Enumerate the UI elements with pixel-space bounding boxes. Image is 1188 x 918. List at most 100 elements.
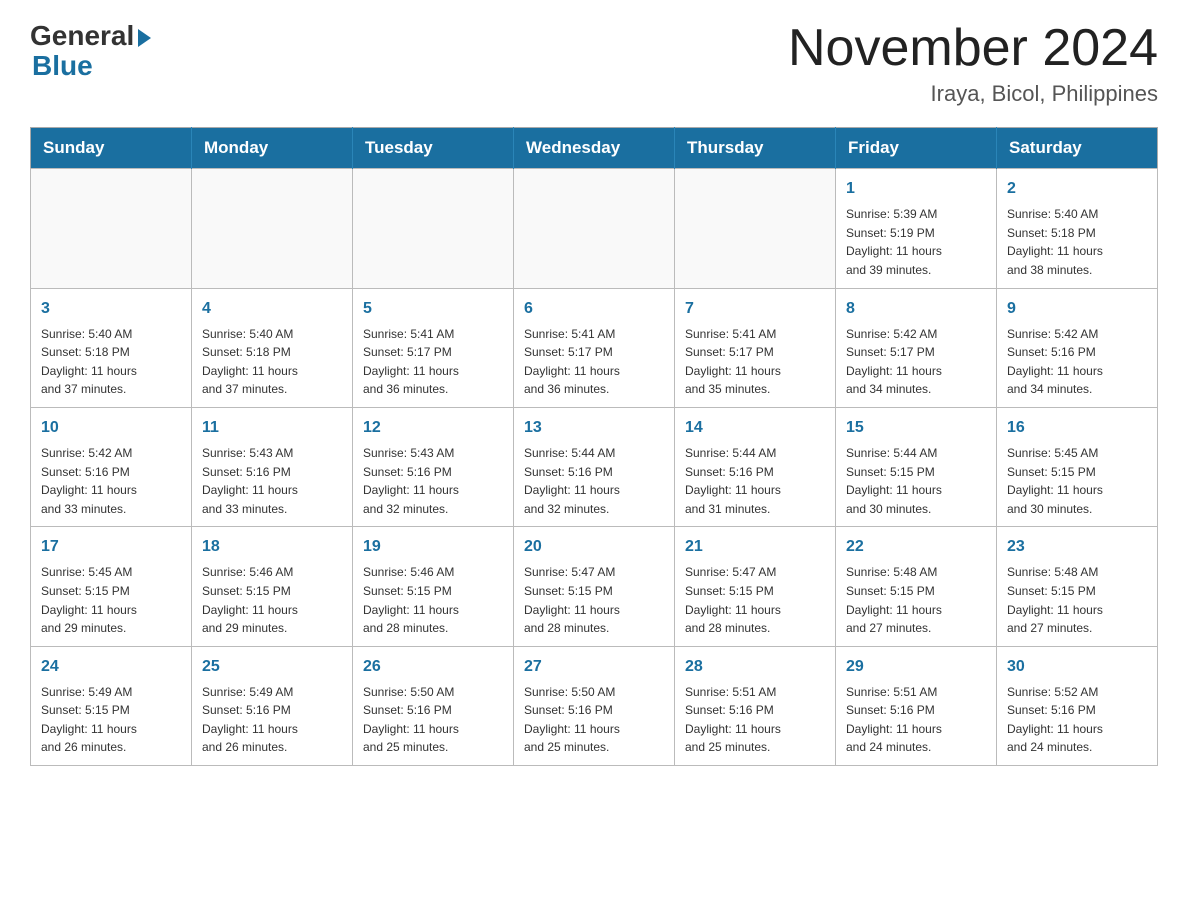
day-info: Sunrise: 5:44 AMSunset: 5:16 PMDaylight:… xyxy=(685,444,825,518)
day-number: 11 xyxy=(202,416,342,440)
day-info: Sunrise: 5:46 AMSunset: 5:15 PMDaylight:… xyxy=(202,563,342,637)
table-row xyxy=(31,169,192,288)
table-row xyxy=(353,169,514,288)
table-row: 5Sunrise: 5:41 AMSunset: 5:17 PMDaylight… xyxy=(353,288,514,407)
table-row: 23 Sunrise: 5:48 AMSunset: 5:15 PMDayligh… xyxy=(997,527,1158,646)
day-number: 9 xyxy=(1007,297,1147,321)
table-row: 27 Sunrise: 5:50 AMSunset: 5:16 PMDayligh… xyxy=(514,646,675,765)
day-info: Sunrise: 5:42 AMSunset: 5:16 PMDaylight:… xyxy=(41,444,181,518)
day-info: Sunrise: 5:47 AMSunset: 5:15 PMDaylight:… xyxy=(524,563,664,637)
day-number: 12 xyxy=(363,416,503,440)
table-row: 13Sunrise: 5:44 AMSunset: 5:16 PMDayligh… xyxy=(514,407,675,526)
day-number: 14 xyxy=(685,416,825,440)
month-title: November 2024 xyxy=(788,20,1158,77)
table-row: 20 Sunrise: 5:47 AMSunset: 5:15 PMDayligh… xyxy=(514,527,675,646)
day-info: Sunrise: 5:45 AMSunset: 5:15 PMDaylight:… xyxy=(1007,444,1147,518)
table-row: 8Sunrise: 5:42 AMSunset: 5:17 PMDaylight… xyxy=(836,288,997,407)
table-row: 12 Sunrise: 5:43 AMSunset: 5:16 PMDayligh… xyxy=(353,407,514,526)
page-header: General Blue November 2024 Iraya, Bicol,… xyxy=(30,20,1158,107)
header-tuesday: Tuesday xyxy=(353,128,514,169)
day-number: 4 xyxy=(202,297,342,321)
day-number: 18 xyxy=(202,535,342,559)
table-row: 25 Sunrise: 5:49 AMSunset: 5:16 PMDayligh… xyxy=(192,646,353,765)
day-info: Sunrise: 5:39 AMSunset: 5:19 PMDaylight:… xyxy=(846,205,986,279)
table-row: 26Sunrise: 5:50 AMSunset: 5:16 PMDayligh… xyxy=(353,646,514,765)
week-row-5: 24 Sunrise: 5:49 AMSunset: 5:15 PMDayligh… xyxy=(31,646,1158,765)
day-number: 17 xyxy=(41,535,181,559)
day-info: Sunrise: 5:51 AMSunset: 5:16 PMDaylight:… xyxy=(846,683,986,757)
location-subtitle: Iraya, Bicol, Philippines xyxy=(788,81,1158,107)
day-number: 15 xyxy=(846,416,986,440)
day-info: Sunrise: 5:43 AMSunset: 5:16 PMDaylight:… xyxy=(363,444,503,518)
day-number: 26 xyxy=(363,655,503,679)
header-monday: Monday xyxy=(192,128,353,169)
day-info: Sunrise: 5:49 AMSunset: 5:16 PMDaylight:… xyxy=(202,683,342,757)
day-number: 10 xyxy=(41,416,181,440)
day-number: 1 xyxy=(846,177,986,201)
logo-row1: General xyxy=(30,20,151,52)
table-row: 6Sunrise: 5:41 AMSunset: 5:17 PMDaylight… xyxy=(514,288,675,407)
day-info: Sunrise: 5:43 AMSunset: 5:16 PMDaylight:… xyxy=(202,444,342,518)
table-row xyxy=(675,169,836,288)
day-info: Sunrise: 5:46 AMSunset: 5:15 PMDaylight:… xyxy=(363,563,503,637)
table-row xyxy=(192,169,353,288)
day-info: Sunrise: 5:41 AMSunset: 5:17 PMDaylight:… xyxy=(685,325,825,399)
day-number: 23 xyxy=(1007,535,1147,559)
day-number: 21 xyxy=(685,535,825,559)
day-number: 25 xyxy=(202,655,342,679)
title-section: November 2024 Iraya, Bicol, Philippines xyxy=(788,20,1158,107)
header-saturday: Saturday xyxy=(997,128,1158,169)
day-number: 3 xyxy=(41,297,181,321)
table-row: 30 Sunrise: 5:52 AMSunset: 5:16 PMDayligh… xyxy=(997,646,1158,765)
logo: General Blue xyxy=(30,20,151,82)
day-info: Sunrise: 5:45 AMSunset: 5:15 PMDaylight:… xyxy=(41,563,181,637)
day-number: 27 xyxy=(524,655,664,679)
table-row: 11 Sunrise: 5:43 AMSunset: 5:16 PMDayligh… xyxy=(192,407,353,526)
logo-general-text: General xyxy=(30,20,134,52)
day-number: 19 xyxy=(363,535,503,559)
week-row-3: 10 Sunrise: 5:42 AMSunset: 5:16 PMDayligh… xyxy=(31,407,1158,526)
day-number: 24 xyxy=(41,655,181,679)
day-number: 30 xyxy=(1007,655,1147,679)
header-thursday: Thursday xyxy=(675,128,836,169)
table-row xyxy=(514,169,675,288)
day-info: Sunrise: 5:41 AMSunset: 5:17 PMDaylight:… xyxy=(524,325,664,399)
weekday-header-row: Sunday Monday Tuesday Wednesday Thursday… xyxy=(31,128,1158,169)
table-row: 14 Sunrise: 5:44 AMSunset: 5:16 PMDayligh… xyxy=(675,407,836,526)
header-friday: Friday xyxy=(836,128,997,169)
day-number: 20 xyxy=(524,535,664,559)
table-row: 1 Sunrise: 5:39 AMSunset: 5:19 PMDaylight… xyxy=(836,169,997,288)
day-info: Sunrise: 5:48 AMSunset: 5:15 PMDaylight:… xyxy=(1007,563,1147,637)
day-number: 29 xyxy=(846,655,986,679)
table-row: 3 Sunrise: 5:40 AMSunset: 5:18 PMDaylight… xyxy=(31,288,192,407)
day-info: Sunrise: 5:51 AMSunset: 5:16 PMDaylight:… xyxy=(685,683,825,757)
week-row-2: 3 Sunrise: 5:40 AMSunset: 5:18 PMDaylight… xyxy=(31,288,1158,407)
table-row: 22Sunrise: 5:48 AMSunset: 5:15 PMDayligh… xyxy=(836,527,997,646)
day-number: 16 xyxy=(1007,416,1147,440)
table-row: 7 Sunrise: 5:41 AMSunset: 5:17 PMDaylight… xyxy=(675,288,836,407)
day-info: Sunrise: 5:48 AMSunset: 5:15 PMDaylight:… xyxy=(846,563,986,637)
day-number: 5 xyxy=(363,297,503,321)
table-row: 28 Sunrise: 5:51 AMSunset: 5:16 PMDayligh… xyxy=(675,646,836,765)
day-info: Sunrise: 5:42 AMSunset: 5:16 PMDaylight:… xyxy=(1007,325,1147,399)
day-info: Sunrise: 5:40 AMSunset: 5:18 PMDaylight:… xyxy=(41,325,181,399)
header-wednesday: Wednesday xyxy=(514,128,675,169)
table-row: 4 Sunrise: 5:40 AMSunset: 5:18 PMDaylight… xyxy=(192,288,353,407)
day-number: 28 xyxy=(685,655,825,679)
week-row-4: 17 Sunrise: 5:45 AMSunset: 5:15 PMDayligh… xyxy=(31,527,1158,646)
day-info: Sunrise: 5:52 AMSunset: 5:16 PMDaylight:… xyxy=(1007,683,1147,757)
day-info: Sunrise: 5:50 AMSunset: 5:16 PMDaylight:… xyxy=(524,683,664,757)
logo-triangle-icon xyxy=(138,29,151,47)
calendar-table: Sunday Monday Tuesday Wednesday Thursday… xyxy=(30,127,1158,766)
table-row: 18 Sunrise: 5:46 AMSunset: 5:15 PMDayligh… xyxy=(192,527,353,646)
day-info: Sunrise: 5:49 AMSunset: 5:15 PMDaylight:… xyxy=(41,683,181,757)
table-row: 10 Sunrise: 5:42 AMSunset: 5:16 PMDayligh… xyxy=(31,407,192,526)
table-row: 29 Sunrise: 5:51 AMSunset: 5:16 PMDayligh… xyxy=(836,646,997,765)
header-sunday: Sunday xyxy=(31,128,192,169)
table-row: 19 Sunrise: 5:46 AMSunset: 5:15 PMDayligh… xyxy=(353,527,514,646)
week-row-1: 1 Sunrise: 5:39 AMSunset: 5:19 PMDaylight… xyxy=(31,169,1158,288)
table-row: 16 Sunrise: 5:45 AMSunset: 5:15 PMDayligh… xyxy=(997,407,1158,526)
day-number: 7 xyxy=(685,297,825,321)
day-info: Sunrise: 5:40 AMSunset: 5:18 PMDaylight:… xyxy=(202,325,342,399)
day-number: 8 xyxy=(846,297,986,321)
